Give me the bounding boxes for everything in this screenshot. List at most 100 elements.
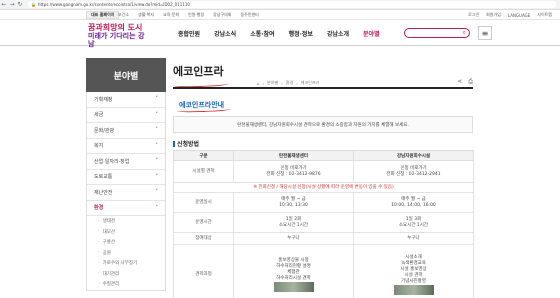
sitemap-link[interactable]: 사이트맵 <box>537 12 552 18</box>
share-icon[interactable]: ⋖ <box>457 78 462 86</box>
side-nav-item-environment[interactable]: 환경 ˄ <box>87 201 165 216</box>
table-row: 견학과정 홍보영상물 시청 하수처리현황 설명 체험관 하수처리시설 견학 시설… <box>173 244 474 298</box>
search-icon[interactable]: ⌕ <box>463 29 466 37</box>
back-button[interactable]: ← <box>0 1 8 9</box>
side-subnav-item[interactable]: 대기관리 <box>87 269 165 280</box>
side-nav-item-culture-tourism[interactable]: 문화/관광 ˅ <box>87 123 165 139</box>
table-header: 탄천물재생센터 <box>233 150 354 161</box>
side-nav-item-tax[interactable]: 세금 ˅ <box>87 108 165 123</box>
site-link-community-center[interactable]: 동주민센터 <box>240 12 258 18</box>
side-nav-item-safety[interactable]: 재난안전 ˅ <box>87 185 165 201</box>
site-link-health[interactable]: 보건소 <box>118 12 129 18</box>
reload-icon: ↻ <box>17 1 23 8</box>
main-homepage-tab[interactable]: 대표 홈페이지 <box>86 11 120 19</box>
all-menu-button[interactable]: ≡ <box>478 26 492 40</box>
cell-line: 소요시간 1시간 <box>398 222 429 228</box>
row-label: 견학과정 <box>173 244 234 298</box>
cell-line: 소요시간 1시간 <box>278 222 309 228</box>
breadcrumb-sep: › <box>262 80 265 86</box>
page-title: 에코인프라 <box>173 65 224 78</box>
home-icon[interactable]: ⌂ <box>257 81 260 86</box>
signup-link[interactable]: 회원가입 <box>486 12 501 18</box>
address-bar[interactable]: 🔒 https://www.gangnam.go.kr/contents/eco… <box>28 1 556 8</box>
forward-button[interactable]: → <box>8 1 16 9</box>
chevron-down-icon: ˅ <box>155 127 159 134</box>
row-label: 운영시간 <box>173 212 234 233</box>
table-cell: 누구나 <box>233 232 354 245</box>
side-nav-items: 기획재정 ˅ 세금 ˅ 문화/관광 ˅ 복지 ˅ 산업·일자리·창업 ˅ 도로교통 ˅ 재난… <box>86 92 166 291</box>
site-link-life-welfare[interactable]: 생활·복지 <box>138 12 154 18</box>
lock-icon: 🔒 <box>31 2 36 7</box>
chevron-down-icon: ˅ <box>155 158 159 165</box>
section-title-text: 신청방법 <box>177 141 200 148</box>
side-subnav-item[interactable]: 수질관리 <box>87 279 165 290</box>
logo-line-2: 미래가 기다리는 강남 <box>88 31 145 48</box>
table-cell: 신청 바로가기 전화 신청 : 02-3412-2941 <box>353 160 474 183</box>
arrow-left-icon: ← <box>1 1 7 8</box>
table-row: ※ 전화신청 / 해당시설 신청(시설 상황에 따라 운영에 변동이 있을 수 … <box>173 182 474 193</box>
table-cell: 1일 2회 소요시간 1시간 <box>233 212 354 233</box>
notice-text: ※ 전화신청 / 해당시설 신청(시설 상황에 따라 운영에 변동이 있을 수 … <box>173 182 474 193</box>
site-link-edu-culture[interactable]: 교육·문화 <box>163 12 179 18</box>
site-logo[interactable]: 꿈과희망의 도시 미래가 기다리는 강남 <box>88 23 148 48</box>
table-row: 운영시간 1일 2회 소요시간 1시간 1일 3회 소요시간 1시간 <box>173 212 474 233</box>
print-icon[interactable]: ⎙ <box>468 78 473 86</box>
main-content: 에코인프라 ⋖ ⎙ ⌂ › 분야별 › 환경 › 에코인프라 에코인프라안내 탄… <box>172 58 474 298</box>
side-nav-label: 산업·일자리·창업 <box>94 158 130 165</box>
chevron-down-icon: ˅ <box>155 189 159 196</box>
breadcrumb: ⌂ › 분야별 › 환경 › 에코인프라 <box>257 80 319 86</box>
subtitle-underline-mark <box>176 107 232 113</box>
reload-button[interactable]: ↻ <box>16 1 24 9</box>
side-subnav-item[interactable]: 대모산 <box>87 227 165 238</box>
site-link-council[interactable]: 강남구의회 <box>213 12 231 18</box>
side-nav-item-welfare[interactable]: 복지 ˅ <box>87 139 165 154</box>
breadcrumb-item[interactable]: 분야별 <box>267 80 278 86</box>
side-nav: 분야별 기획재정 ˅ 세금 ˅ 문화/관광 ˅ 복지 ˅ 산업·일자리·창업 ˅ 도로교통… <box>86 58 166 298</box>
gnb-admin-info[interactable]: 행정·정보 <box>289 29 313 38</box>
breadcrumb-item[interactable]: 환경 <box>286 80 293 86</box>
table-cell: 홍보영상물 시청 하수처리현황 설명 체험관 하수처리시설 견학 <box>233 244 354 298</box>
side-nav-label: 문화/관광 <box>94 127 115 134</box>
chevron-up-icon: ˄ <box>155 204 159 211</box>
utility-bar: 대표 홈페이지 보건소 생활·복지 교육·문화 민원·행정 강남구의회 동주민센… <box>0 10 560 20</box>
row-label: 참여대상 <box>173 232 234 245</box>
family-site-links: 보건소 생활·복지 교육·문화 민원·행정 강남구의회 동주민센터 <box>118 10 259 20</box>
page-tools: ⋖ ⎙ <box>457 78 473 86</box>
chevron-down-icon: ˅ <box>155 111 159 118</box>
side-nav-item-industry[interactable]: 산업·일자리·창업 ˅ <box>87 154 165 170</box>
login-link[interactable]: 로그인 <box>468 12 479 18</box>
chevron-down-icon: ˅ <box>155 173 159 180</box>
arrow-right-icon: → <box>9 1 15 8</box>
gnb-civil-service[interactable]: 종합민원 <box>178 29 200 38</box>
browser-toolbar: ← → ↻ 🔒 https://www.gangnam.go.kr/conten… <box>0 0 560 10</box>
side-subnav-item[interactable]: 공원 <box>87 248 165 259</box>
language-select[interactable]: LANGUAGE <box>508 13 530 18</box>
table-header-row: 구분 탄천물재생센터 강남자원회수시설 <box>173 150 474 161</box>
side-nav-item-planning[interactable]: 기획재정 ˅ <box>87 92 165 108</box>
side-nav-label: 세금 <box>94 112 104 119</box>
gnb-about[interactable]: 강남소개 <box>327 29 349 38</box>
row-label: 시설별 견학 <box>173 160 234 183</box>
gnb-news[interactable]: 강남소식 <box>214 29 236 38</box>
intro-box: 탄천물재생센터, 강남자원회수시설 견학으로 환경의 소중함과 자원의 가치를 … <box>173 116 473 133</box>
section-bar-icon <box>173 140 175 147</box>
table-cell: 매주 월 ~ 금 10:30, 13:30 <box>233 192 354 213</box>
side-subnav-item[interactable]: 가로수와 나무정기 <box>87 258 165 269</box>
side-subnav-item[interactable]: 생태천 <box>87 216 165 227</box>
facility-photo <box>393 284 434 295</box>
breadcrumb-sep: › <box>296 80 298 86</box>
chevron-down-icon: ˅ <box>155 96 159 103</box>
gnb-participation[interactable]: 소통·참여 <box>250 29 274 38</box>
side-subnav-item[interactable]: 구룡산 <box>87 237 165 248</box>
section-title: 신청방법 <box>173 139 199 148</box>
cell-line: 10:00, 14:00, 16:00 <box>391 202 436 208</box>
user-menu: 로그인 회원가입 LANGUAGE 사이트맵 <box>468 10 552 20</box>
facility-photo <box>273 281 314 292</box>
hamburger-menu-icon: ≡ <box>481 28 489 38</box>
cell-line: 10:30, 13:30 <box>279 202 308 208</box>
side-nav-item-traffic[interactable]: 도로교통 ˅ <box>87 170 165 185</box>
header-search[interactable]: ⌕ <box>404 28 470 38</box>
side-nav-title: 분야별 <box>86 58 166 92</box>
gnb-by-field[interactable]: 분야별 <box>363 29 380 38</box>
site-link-civil-admin[interactable]: 민원·행정 <box>188 12 204 18</box>
